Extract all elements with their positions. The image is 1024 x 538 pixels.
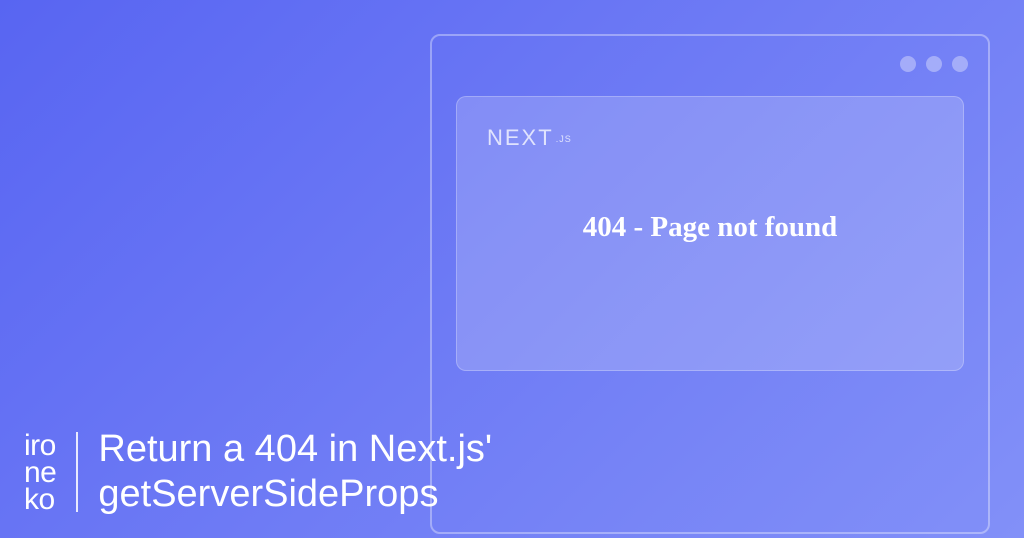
nextjs-logo: NEXT.JS <box>487 125 933 151</box>
ironeko-logo: iro ne ko <box>24 432 56 513</box>
content-card: NEXT.JS 404 - Page not found <box>456 96 964 371</box>
window-control-dot-icon <box>952 56 968 72</box>
logo-line-1: iro <box>24 432 56 459</box>
logo-line-3: ko <box>24 486 56 513</box>
logo-line-2: ne <box>24 459 56 486</box>
window-controls <box>900 56 968 72</box>
footer: iro ne ko Return a 404 in Next.js' getSe… <box>24 427 492 518</box>
nextjs-logo-text: NEXT <box>487 125 554 150</box>
error-message: 404 - Page not found <box>487 211 933 244</box>
window-control-dot-icon <box>900 56 916 72</box>
nextjs-logo-suffix: .JS <box>556 134 572 144</box>
title-line-2: getServerSideProps <box>98 472 492 518</box>
browser-window-frame: NEXT.JS 404 - Page not found <box>430 34 990 534</box>
divider <box>76 432 78 512</box>
article-title: Return a 404 in Next.js' getServerSidePr… <box>98 427 492 518</box>
window-control-dot-icon <box>926 56 942 72</box>
title-line-1: Return a 404 in Next.js' <box>98 427 492 473</box>
